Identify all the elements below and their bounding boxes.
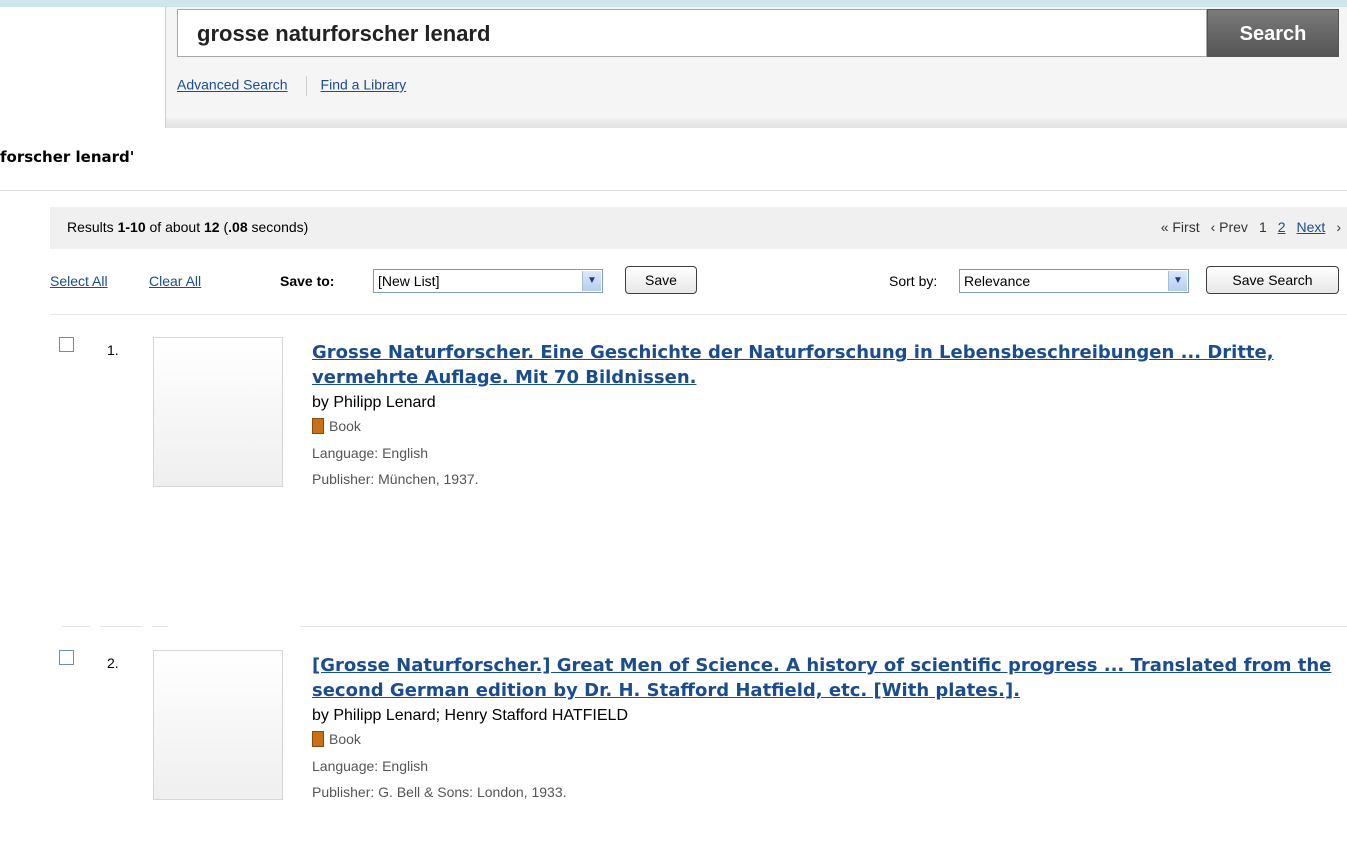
results-time: .08 <box>228 219 248 235</box>
book-icon <box>312 418 324 434</box>
result-author: by Philipp Lenard <box>312 394 436 411</box>
save-to-label: Save to: <box>280 273 335 289</box>
clear-all-link[interactable]: Clear All <box>149 273 201 289</box>
cover-thumbnail <box>153 650 283 800</box>
result-language: Language: English <box>312 445 428 461</box>
search-button[interactable]: Search <box>1207 9 1339 57</box>
results-total: 12 <box>204 219 220 235</box>
divider <box>62 626 90 627</box>
pager-page-1: 1 <box>1258 219 1267 235</box>
pager-prev[interactable]: ‹ Prev <box>1211 219 1248 235</box>
result-language: Language: English <box>312 758 428 774</box>
chevron-right-icon[interactable]: › <box>1336 219 1341 235</box>
divider <box>0 190 1347 191</box>
top-bar <box>0 0 1347 7</box>
result-info: [Grosse Naturforscher.] Great Men of Sci… <box>312 653 1342 801</box>
result-checkbox[interactable] <box>59 337 74 352</box>
divider <box>50 314 1347 315</box>
result-title-link[interactable]: Grosse Naturforscher. Eine Geschichte de… <box>312 340 1342 390</box>
divider <box>100 626 142 627</box>
result-format: Book <box>312 416 1342 436</box>
sort-value: Relevance <box>964 273 1031 289</box>
advanced-search-link[interactable]: Advanced Search <box>177 77 288 93</box>
result-checkbox[interactable] <box>59 650 74 665</box>
pager-first[interactable]: « First <box>1161 219 1200 235</box>
pager-page-2[interactable]: 2 <box>1278 219 1286 235</box>
result-title-link[interactable]: [Grosse Naturforscher.] Great Men of Sci… <box>312 653 1342 703</box>
pager-next[interactable]: Next <box>1297 219 1326 235</box>
result-author: by Philipp Lenard; Henry Stafford HATFIE… <box>312 707 628 724</box>
save-list-value: [New List] <box>378 273 440 289</box>
result-number: 1. <box>107 342 119 358</box>
format-label: Book <box>329 418 361 434</box>
divider <box>152 626 168 627</box>
format-label: Book <box>329 731 361 747</box>
result-number: 2. <box>107 655 119 671</box>
cover-thumbnail <box>153 337 283 487</box>
select-all-link[interactable]: Select All <box>50 273 108 289</box>
result-format: Book <box>312 729 1342 749</box>
pager: « First ‹ Prev 1 2 Next › <box>1150 219 1341 235</box>
search-input[interactable]: grosse naturforscher lenard <box>177 9 1207 57</box>
chevron-down-icon: ▼ <box>1168 271 1187 291</box>
search-links: Advanced Search Find a Library <box>177 76 406 96</box>
sort-select[interactable]: Relevance ▼ <box>959 269 1189 293</box>
chevron-down-icon: ▼ <box>582 271 601 291</box>
book-icon <box>312 731 324 747</box>
results-prefix: Results <box>67 219 118 235</box>
save-search-button[interactable]: Save Search <box>1206 266 1339 294</box>
page-heading: forscher lenard' <box>0 148 135 166</box>
save-button[interactable]: Save <box>625 266 697 294</box>
divider <box>300 626 1347 627</box>
results-mid: of about <box>145 219 204 235</box>
result-info: Grosse Naturforscher. Eine Geschichte de… <box>312 340 1342 488</box>
results-bar: Results 1-10 of about 12 (.08 seconds) «… <box>50 207 1347 249</box>
sort-label: Sort by: <box>889 273 938 289</box>
result-publisher: Publisher: München, 1937. <box>312 471 479 487</box>
result-tools: Select All Clear All Save to: [New List]… <box>50 262 1347 302</box>
results-suffix: seconds) <box>247 219 309 235</box>
link-separator <box>305 76 307 96</box>
results-range: 1-10 <box>117 219 146 235</box>
results-count: Results 1-10 of about 12 (.08 seconds) <box>67 219 308 235</box>
results-open: ( <box>219 219 229 235</box>
find-library-link[interactable]: Find a Library <box>321 77 407 93</box>
save-list-select[interactable]: [New List] ▼ <box>373 269 603 293</box>
result-publisher: Publisher: G. Bell & Sons: London, 1933. <box>312 784 567 800</box>
